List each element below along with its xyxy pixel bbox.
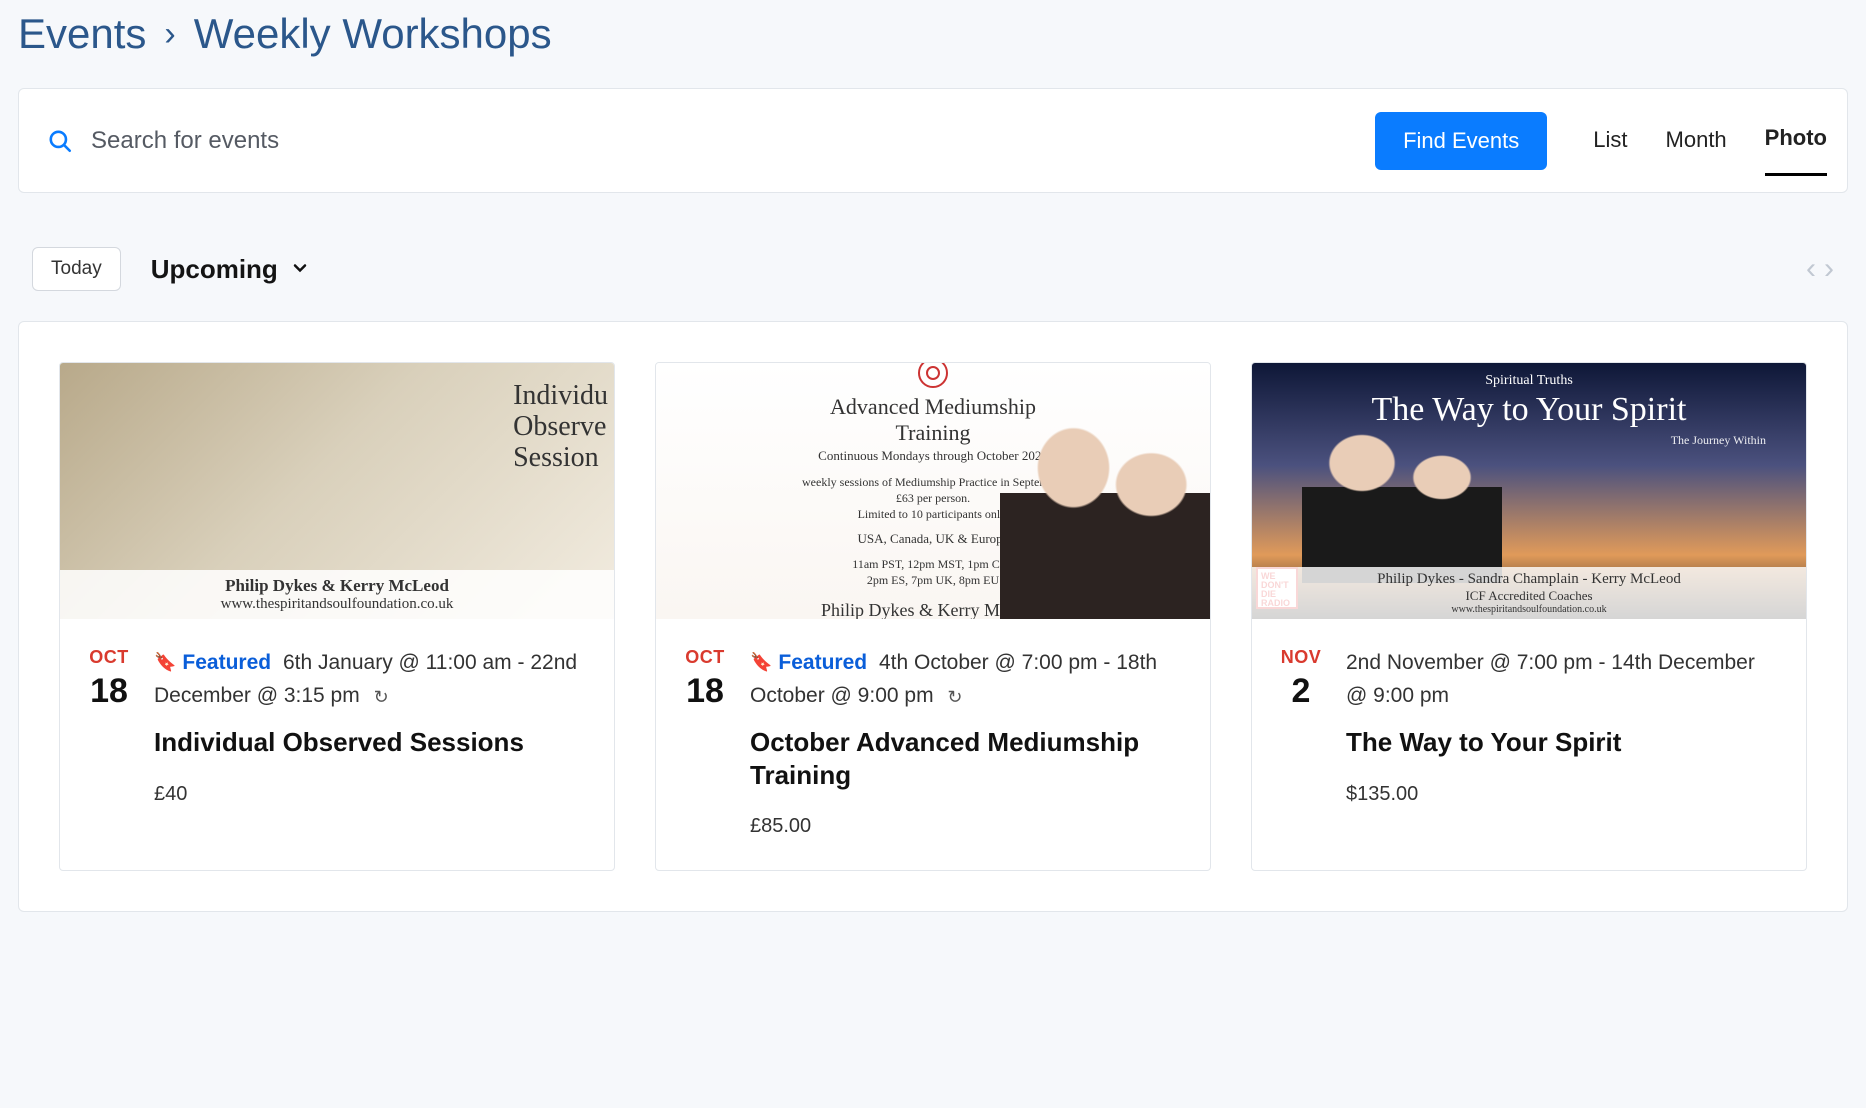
recurring-icon: ↻ [947,687,962,707]
tab-month[interactable]: Month [1666,107,1727,175]
info-column: 🔖Featured 6th January @ 11:00 am - 22nd … [154,647,588,806]
event-title: Individual Observed Sessions [154,726,588,759]
event-body: OCT 18 🔖Featured 4th October @ 7:00 pm -… [656,619,1210,870]
upcoming-label: Upcoming [151,254,278,285]
event-image: Advanced Mediumship Training Continuous … [656,363,1210,619]
event-price: £85.00 [750,815,1184,838]
event-image: IndividuObserveSession Philip Dykes & Ke… [60,363,614,619]
featured-badge: Featured [182,651,271,674]
image-names: Philip Dykes - Sandra Champlain - Kerry … [1254,571,1804,588]
image-tag: ICF Accredited Coaches [1254,588,1804,604]
pager-arrows: ‹ › [1806,252,1834,286]
image-caption: Philip Dykes & Kerry McLeod www.thespiri… [60,570,614,619]
today-button[interactable]: Today [32,247,121,291]
bookmark-icon: 🔖 [154,652,176,672]
recurring-icon: ↻ [374,687,389,707]
next-arrow-icon[interactable]: › [1824,252,1834,286]
cards-container: IndividuObserveSession Philip Dykes & Ke… [18,321,1848,912]
event-card[interactable]: Advanced Mediumship Training Continuous … [655,362,1211,871]
event-day: 18 [86,672,132,711]
event-body: NOV 2 2nd November @ 7:00 pm - 14th Dece… [1252,619,1806,838]
event-title: The Way to Your Spirit [1346,726,1780,759]
event-body: OCT 18 🔖Featured 6th January @ 11:00 am … [60,619,614,838]
event-meta: 🔖Featured 4th October @ 7:00 pm - 18th O… [750,647,1184,712]
info-column: 🔖Featured 4th October @ 7:00 pm - 18th O… [750,647,1184,838]
card-grid: IndividuObserveSession Philip Dykes & Ke… [59,362,1807,871]
upcoming-dropdown[interactable]: Upcoming [151,254,310,285]
featured-badge: Featured [778,651,867,674]
event-card[interactable]: IndividuObserveSession Philip Dykes & Ke… [59,362,615,871]
breadcrumb: Events › Weekly Workshops [18,0,1848,88]
event-date-range: 2nd November @ 7:00 pm - 14th December @… [1346,651,1755,707]
filter-row: Today Upcoming ‹ › [18,247,1848,291]
image-url: www.thespiritandsoulfoundation.co.uk [1254,604,1804,615]
chevron-right-icon: › [164,15,175,54]
event-price: $135.00 [1346,783,1780,806]
chevron-down-icon [290,254,310,285]
image-people-illustration [1302,423,1502,583]
image-people-illustration [1000,409,1210,619]
image-kicker: Spiritual Truths [1252,373,1806,389]
bookmark-icon: 🔖 [750,652,772,672]
image-corner-title: IndividuObserveSession [513,381,608,473]
image-url: www.thespiritandsoulfoundation.co.uk [64,596,610,613]
event-image: Spiritual Truths The Way to Your Spirit … [1252,363,1806,619]
date-column: OCT 18 [682,647,728,838]
find-events-button[interactable]: Find Events [1375,112,1547,170]
event-meta: 🔖Featured 6th January @ 11:00 am - 22nd … [154,647,588,712]
date-column: OCT 18 [86,647,132,806]
event-month: OCT [86,647,132,668]
breadcrumb-current: Weekly Workshops [194,10,552,58]
date-column: NOV 2 [1278,647,1324,806]
view-tabs: List Month Photo [1593,105,1827,176]
image-names: Philip Dykes & Kerry McLeod [64,576,610,596]
event-day: 2 [1278,672,1324,711]
event-price: £40 [154,783,588,806]
event-month: NOV [1278,647,1324,668]
info-column: 2nd November @ 7:00 pm - 14th December @… [1346,647,1780,806]
search-input[interactable] [91,127,1357,155]
event-month: OCT [682,647,728,668]
image-logo-icon [918,363,948,388]
prev-arrow-icon[interactable]: ‹ [1806,252,1816,286]
event-day: 18 [682,672,728,711]
event-card[interactable]: Spiritual Truths The Way to Your Spirit … [1251,362,1807,871]
tab-photo[interactable]: Photo [1765,105,1827,176]
event-title: October Advanced Mediumship Training [750,726,1184,791]
search-bar: Find Events List Month Photo [18,88,1848,193]
breadcrumb-root[interactable]: Events [18,10,146,58]
image-caption: Philip Dykes - Sandra Champlain - Kerry … [1252,567,1806,619]
search-icon [47,128,73,154]
event-meta: 2nd November @ 7:00 pm - 14th December @… [1346,647,1780,712]
tab-list[interactable]: List [1593,107,1627,175]
